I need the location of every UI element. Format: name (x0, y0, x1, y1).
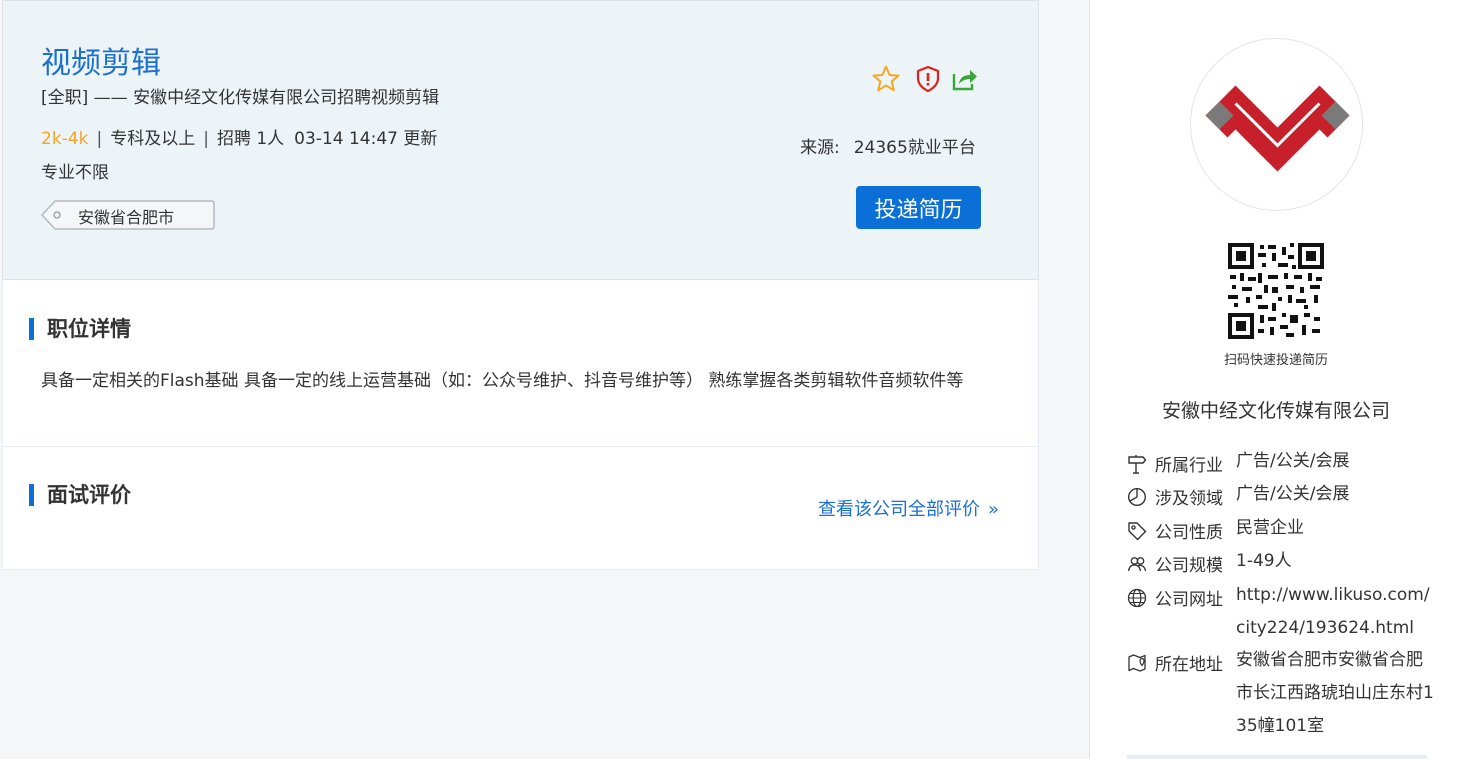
info-value: 安徽省合肥市安徽省合肥市长江西路琥珀山庄东村135幢101室 (1236, 650, 1434, 736)
qr-code (1228, 243, 1324, 339)
info-label: 公司网址 (1155, 590, 1223, 610)
info-value: 1-49人 (1236, 551, 1292, 571)
separator: | (96, 129, 103, 149)
source-label: 来源: (800, 138, 840, 158)
job-actions (869, 64, 979, 96)
company-website-link[interactable]: http://www.likuso.com/city224/193624.htm… (1236, 579, 1436, 645)
education: 专科及以上 (110, 129, 196, 149)
section-title: 职位详情 (29, 318, 131, 340)
view-all-evaluations-label: 查看该公司全部评价 (818, 499, 980, 520)
tag-icon (1128, 522, 1147, 541)
map-pin-icon (1128, 654, 1146, 672)
report-icon[interactable] (913, 64, 943, 94)
map-preview-edge (1127, 755, 1427, 759)
source-value: 24365就业平台 (853, 138, 976, 158)
info-label: 涉及领域 (1155, 489, 1223, 509)
hiring-count: 招聘 1人 (216, 129, 285, 149)
info-value: 广告/公关/会展 (1236, 484, 1350, 504)
company-sidebar: 扫码快速投递简历 安徽中经文化传媒有限公司 所属行业 广告/公关/会展 涉及领域… (1089, 0, 1461, 759)
qr-label: 扫码快速投递简历 (1223, 353, 1328, 368)
job-header-card: 视频剪辑 [全职] —— 安徽中经文化传媒有限公司招聘视频剪辑 2k-4k | 专科… (2, 0, 1039, 280)
major-requirement: 专业不限 (41, 163, 109, 183)
info-label: 所属行业 (1155, 456, 1223, 476)
info-label: 公司规模 (1155, 556, 1223, 576)
globe-icon (1127, 588, 1147, 608)
pie-chart-icon (1127, 487, 1147, 507)
info-value: 民营企业 (1236, 518, 1304, 538)
interview-evaluation-section: 面试评价 查看该公司全部评价 » (2, 447, 1039, 570)
double-chevron-right-icon: » (988, 499, 1000, 520)
location-tag: 安徽省合肥市 (41, 200, 215, 230)
info-label: 所在地址 (1155, 655, 1223, 675)
job-description: 具备一定相关的Flash基础 具备一定的线上运营基础（如：公众号维护、抖音号维护… (41, 371, 964, 391)
section-title: 面试评价 (29, 484, 131, 506)
people-icon (1127, 557, 1147, 572)
signpost-icon (1128, 455, 1147, 474)
company-logo-image (1205, 85, 1350, 172)
job-title: 视频剪辑 (41, 46, 161, 81)
separator: | (203, 129, 209, 149)
apply-button[interactable]: 投递简历 (856, 186, 981, 229)
job-source: 来源: 24365就业平台 (800, 133, 976, 158)
location-tag-label: 安徽省合肥市 (78, 208, 175, 227)
star-icon[interactable] (871, 64, 901, 94)
job-meta: 2k-4k | 专科及以上 | 招聘 1人 03-14 14:47 更新 (41, 124, 437, 149)
info-value: 广告/公关/会展 (1236, 451, 1350, 471)
info-label: 公司性质 (1155, 523, 1223, 543)
company-logo (1190, 38, 1363, 211)
update-time: 03-14 14:47 更新 (294, 129, 438, 149)
company-name[interactable]: 安徽中经文化传媒有限公司 (1090, 396, 1461, 423)
job-subtitle: [全职] —— 安徽中经文化传媒有限公司招聘视频剪辑 (41, 88, 440, 108)
salary: 2k-4k (41, 129, 89, 149)
view-all-evaluations-link[interactable]: 查看该公司全部评价 » (818, 495, 999, 521)
share-icon[interactable] (950, 64, 980, 94)
job-details-section: 职位详情 具备一定相关的Flash基础 具备一定的线上运营基础（如：公众号维护、… (2, 280, 1039, 447)
